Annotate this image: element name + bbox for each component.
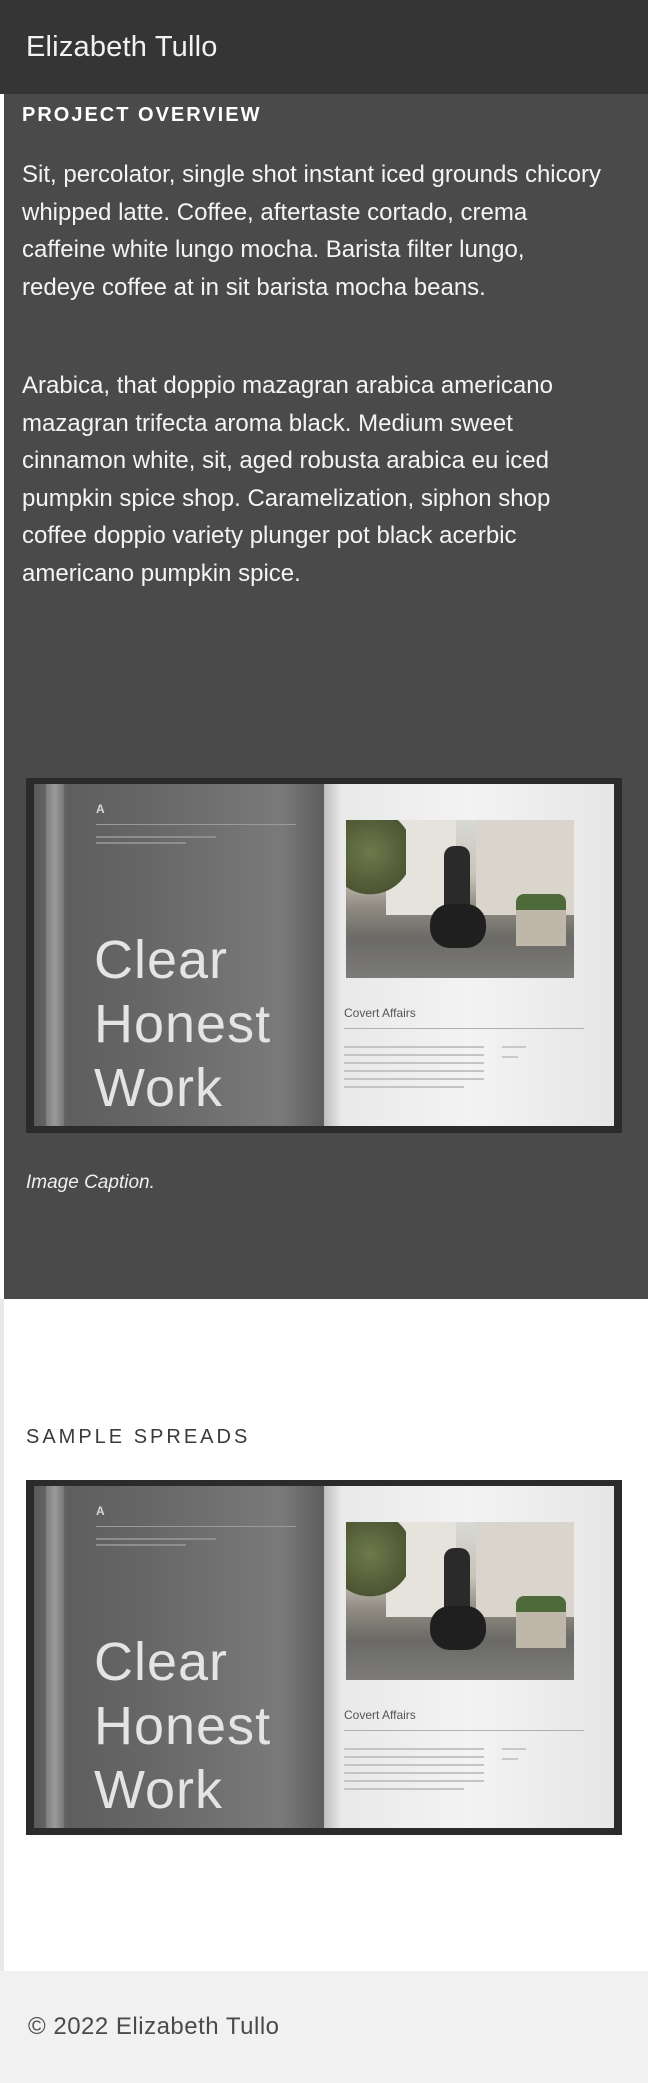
project-overview-heading: PROJECT OVERVIEW bbox=[22, 104, 262, 126]
cover-title-line: Work bbox=[94, 1058, 224, 1118]
spread-left-page: A Clear Honest Work bbox=[34, 784, 324, 1126]
motorcycle-photo bbox=[346, 1522, 574, 1680]
site-title-link[interactable]: Elizabeth Tullo bbox=[26, 31, 218, 64]
overview-paragraph-2: Arabica, that doppio mazagran arabica am… bbox=[22, 372, 553, 587]
book-spread-image: A Clear Honest Work Covert Affairs bbox=[26, 778, 622, 1133]
image-caption: Image Caption. bbox=[26, 1172, 155, 1193]
spread-right-page: Covert Affairs bbox=[324, 784, 614, 1126]
spread-logo-mark: A bbox=[96, 802, 105, 816]
cover-title-line: Work bbox=[94, 1760, 224, 1820]
spread-logo-mark: A bbox=[96, 1504, 105, 1518]
site-header: Elizabeth Tullo bbox=[0, 0, 648, 94]
cover-title-line: Honest bbox=[94, 1696, 272, 1756]
spread-cover-title: Clear Honest Work bbox=[94, 1630, 271, 1822]
overview-paragraph-1: Sit, percolator, single shot instant ice… bbox=[22, 161, 601, 301]
copyright-text: © 2022 Elizabeth Tullo bbox=[28, 2013, 280, 2040]
cover-title-line: Clear bbox=[94, 930, 229, 990]
spread-left-page: A Clear Honest Work bbox=[34, 1486, 324, 1828]
spread-article-title: Covert Affairs bbox=[344, 1006, 416, 1020]
spread-cover-title: Clear Honest Work bbox=[94, 928, 271, 1120]
cover-title-line: Clear bbox=[94, 1632, 229, 1692]
spread-right-page: Covert Affairs bbox=[324, 1486, 614, 1828]
sample-spread-image: A Clear Honest Work Covert Affairs bbox=[26, 1480, 622, 1835]
motorcycle-photo bbox=[346, 820, 574, 978]
site-footer: © 2022 Elizabeth Tullo bbox=[0, 1971, 648, 2083]
sample-spreads-heading: SAMPLE SPREADS bbox=[26, 1426, 251, 1448]
spread-article-title: Covert Affairs bbox=[344, 1708, 416, 1722]
cover-title-line: Honest bbox=[94, 994, 272, 1054]
